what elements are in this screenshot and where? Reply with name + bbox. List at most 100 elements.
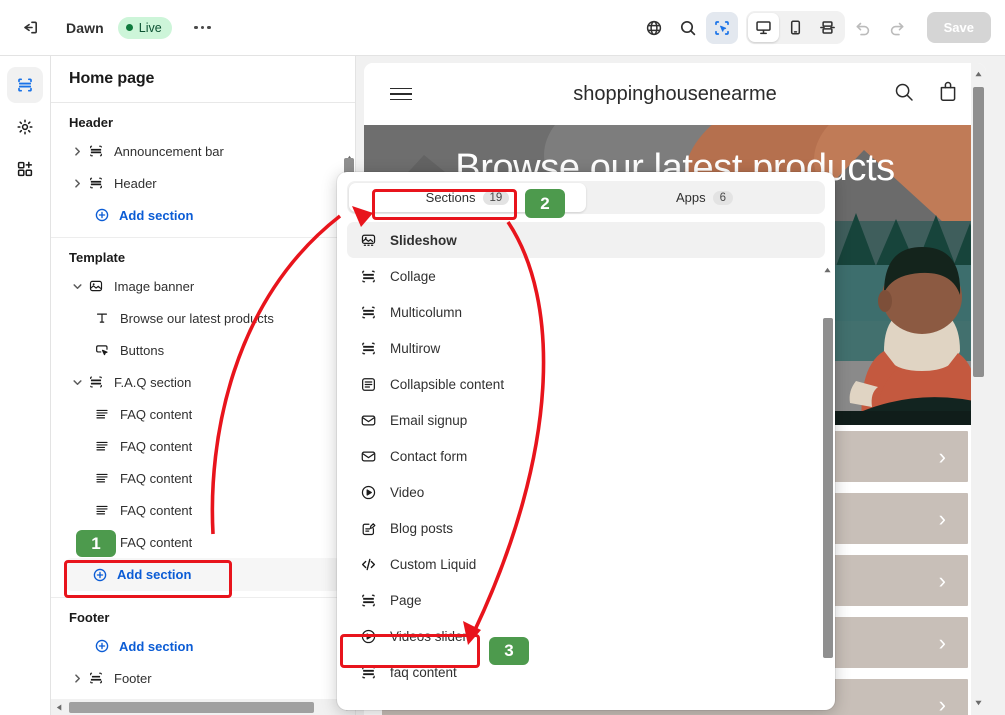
inspector-icon[interactable] (705, 11, 738, 44)
theme-editor-window: Dawn Live Save Home page Header Announce… (0, 0, 1005, 715)
chevron-down-icon[interactable] (69, 374, 85, 390)
scrollbar-thumb[interactable] (69, 702, 314, 713)
section-option-multirow[interactable]: Multirow (347, 330, 825, 366)
sidebar-tree: Header Announcement bar Header Add secti… (51, 103, 355, 715)
search-icon[interactable] (672, 12, 704, 44)
section-option-label: Contact form (390, 448, 468, 464)
section-option-page[interactable]: Page (347, 582, 825, 618)
plus-circle-icon (93, 637, 111, 655)
section-option-collage[interactable]: Collage (347, 258, 825, 294)
live-dot-icon (125, 24, 133, 31)
sidebar-item-faq-content[interactable]: FAQ content (51, 430, 355, 462)
section-option-contact-form[interactable]: Contact form (347, 438, 825, 474)
mobile-icon[interactable] (780, 13, 811, 42)
sections-rail[interactable] (7, 67, 43, 103)
scrollbar-thumb[interactable] (823, 318, 833, 658)
button-icon (93, 341, 111, 359)
storefront-header: shoppinghousenearme (364, 63, 986, 125)
scrollbar-track[interactable] (67, 699, 340, 715)
sidebar-item-heading-text[interactable]: Browse our latest products (51, 302, 355, 334)
sidebar-item-footer[interactable]: Footer (51, 662, 355, 694)
section-option-multicolumn[interactable]: Multicolumn (347, 294, 825, 330)
apps-rail[interactable] (7, 151, 43, 187)
search-icon[interactable] (892, 80, 916, 109)
chevron-right-icon[interactable]: › (939, 507, 946, 530)
sidebar-item-label: Announcement bar (114, 143, 224, 159)
scroll-up-arrow-icon[interactable] (823, 262, 832, 280)
section-option-blog-posts[interactable]: Blog posts (347, 510, 825, 546)
sidebar-item-label: Add section (119, 638, 194, 654)
section-option-faq-content[interactable]: faq content (347, 654, 825, 690)
sidebar-item-announcement-bar[interactable]: Announcement bar (51, 135, 355, 167)
play-circle-icon (359, 483, 377, 501)
undo-icon[interactable] (847, 12, 879, 44)
section-option-label: Collage (390, 268, 436, 284)
tab-label: Apps (675, 190, 706, 205)
full-width-icon[interactable] (812, 13, 843, 42)
sidebar-horizontal-scrollbar[interactable] (51, 699, 355, 715)
add-section-header-button[interactable]: Add section (51, 199, 355, 231)
sidebar-item-faq-section[interactable]: F.A.Q section (51, 366, 355, 398)
scroll-left-arrow-icon[interactable] (51, 699, 67, 715)
section-option-video[interactable]: Video (347, 474, 825, 510)
plus-circle-icon (91, 566, 109, 584)
section-option-custom-liquid[interactable]: Custom Liquid (347, 546, 825, 582)
globe-icon[interactable] (638, 12, 670, 44)
sidebar-item-buttons[interactable]: Buttons (51, 334, 355, 366)
image-icon (87, 277, 105, 295)
section-option-label: Email signup (390, 412, 468, 428)
hamburger-icon[interactable] (390, 87, 412, 101)
top-bar-left: Dawn Live (0, 12, 218, 44)
section-option-label: Blog posts (390, 520, 454, 536)
section-option-slideshow[interactable]: Slideshow (347, 222, 825, 258)
sidebar-item-image-banner[interactable]: Image banner (51, 270, 355, 302)
exit-icon[interactable] (14, 12, 46, 44)
add-section-footer-button[interactable]: Add section (51, 630, 355, 662)
chevron-right-icon[interactable] (69, 143, 85, 159)
more-menu-icon[interactable] (188, 13, 218, 43)
section-option-collapsible-content[interactable]: Collapsible content (347, 366, 825, 402)
add-section-template-button[interactable]: Add section (65, 558, 342, 591)
sidebar-item-faq-content[interactable]: FAQ content (51, 462, 355, 494)
settings-rail[interactable] (7, 109, 43, 145)
desktop-icon[interactable] (747, 13, 779, 42)
tab-apps[interactable]: Apps 6 (586, 183, 823, 212)
live-status-badge: Live (117, 16, 172, 39)
section-option-label: Custom Liquid (390, 556, 477, 572)
sidebar-panel: Home page Header Announcement bar Header… (51, 56, 356, 715)
chevron-right-icon[interactable]: › (939, 569, 946, 592)
chevron-right-icon[interactable]: › (939, 693, 946, 715)
popup-scrollbar[interactable] (821, 262, 834, 708)
section-option-label: faq content (390, 664, 457, 680)
section-option-label: Slideshow (390, 232, 457, 248)
preview-scrollbar[interactable] (971, 63, 986, 715)
email-icon (359, 411, 377, 429)
sidebar-item-label: Image banner (114, 278, 195, 294)
sidebar-item-faq-content[interactable]: FAQ content (51, 494, 355, 526)
step-badge-1: 1 (76, 530, 116, 557)
scroll-down-arrow-icon[interactable] (974, 694, 983, 712)
section-option-label: Collapsible content (390, 376, 505, 392)
section-option-email-signup[interactable]: Email signup (347, 402, 825, 438)
chevron-right-icon[interactable]: › (939, 631, 946, 654)
cart-icon[interactable] (936, 80, 960, 109)
chevron-down-icon[interactable] (69, 278, 85, 294)
chevron-right-icon[interactable] (69, 175, 85, 191)
email-icon (359, 447, 377, 465)
section-option-label: Page (390, 592, 422, 608)
sidebar-item-faq-content[interactable]: FAQ content (51, 398, 355, 430)
section-stack-icon (359, 663, 377, 681)
sidebar-item-label: Header (114, 175, 157, 191)
chevron-right-icon[interactable]: › (939, 445, 946, 468)
scrollbar-thumb[interactable] (973, 87, 984, 377)
section-option-videos-slider[interactable]: Videos slider (347, 618, 825, 654)
sidebar-item-label: F.A.Q section (114, 374, 192, 390)
scroll-up-arrow-icon[interactable] (974, 66, 983, 84)
sidebar-item-header[interactable]: Header (51, 167, 355, 199)
code-icon (359, 555, 377, 573)
chevron-right-icon[interactable] (69, 670, 85, 686)
page-title: Home page (69, 70, 155, 87)
footer-icon (87, 669, 105, 687)
save-button[interactable]: Save (926, 12, 991, 43)
redo-icon[interactable] (881, 12, 913, 44)
